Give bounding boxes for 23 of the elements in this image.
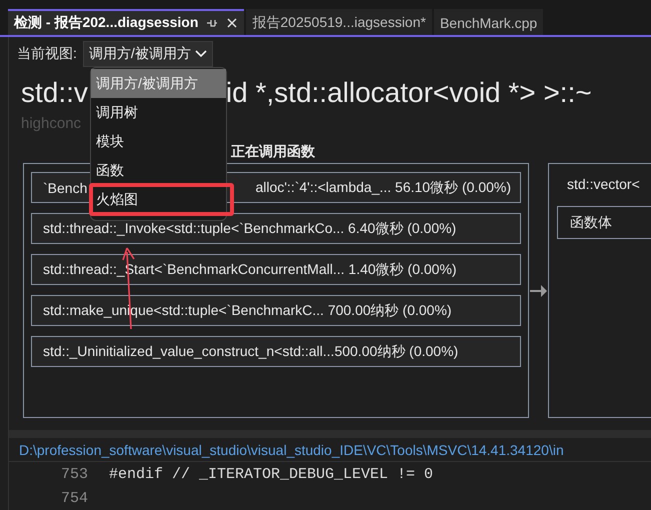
document-tab[interactable]: BenchMark.cpp: [434, 9, 544, 35]
menu-item[interactable]: 调用树: [91, 98, 226, 127]
view-dropdown[interactable]: 调用方/被调用方: [82, 41, 213, 67]
document-tab[interactable]: 检测 - 报告202...diagsession: [8, 9, 244, 35]
view-label: 当前视图:: [17, 45, 77, 63]
function-title: id *,std::allocator<void *> >::~: [226, 77, 592, 110]
function-row[interactable]: std::_Uninitialized_value_construct_n<std::all...500.00纳秒 (0.00%): [31, 336, 521, 367]
document-tab[interactable]: 报告20250519...iagsession*: [246, 9, 432, 35]
chevron-down-icon: [194, 50, 207, 58]
function-body-block[interactable]: 函数体: [557, 206, 651, 239]
function-row[interactable]: std::thread::_Invoke<std::tuple<`BenchmarkCo... 6.40微秒 (0.00%): [31, 213, 521, 244]
arrow-right-icon: [529, 284, 548, 298]
menu-item[interactable]: 调用方/被调用方: [91, 69, 226, 98]
section-header: 正在调用函数: [231, 143, 315, 159]
menu-item[interactable]: 模块: [91, 127, 226, 156]
code-line: #endif // _ITERATOR_DEBUG_LEVEL != 0: [109, 466, 434, 482]
current-function-name: std::vector<: [566, 176, 641, 192]
pin-icon[interactable]: [206, 17, 218, 29]
function-title: std::v: [21, 77, 88, 110]
line-number: 753: [61, 466, 90, 482]
line-number: 754: [61, 490, 90, 506]
close-icon[interactable]: [226, 17, 238, 29]
menu-item[interactable]: 火焰图: [89, 183, 234, 216]
